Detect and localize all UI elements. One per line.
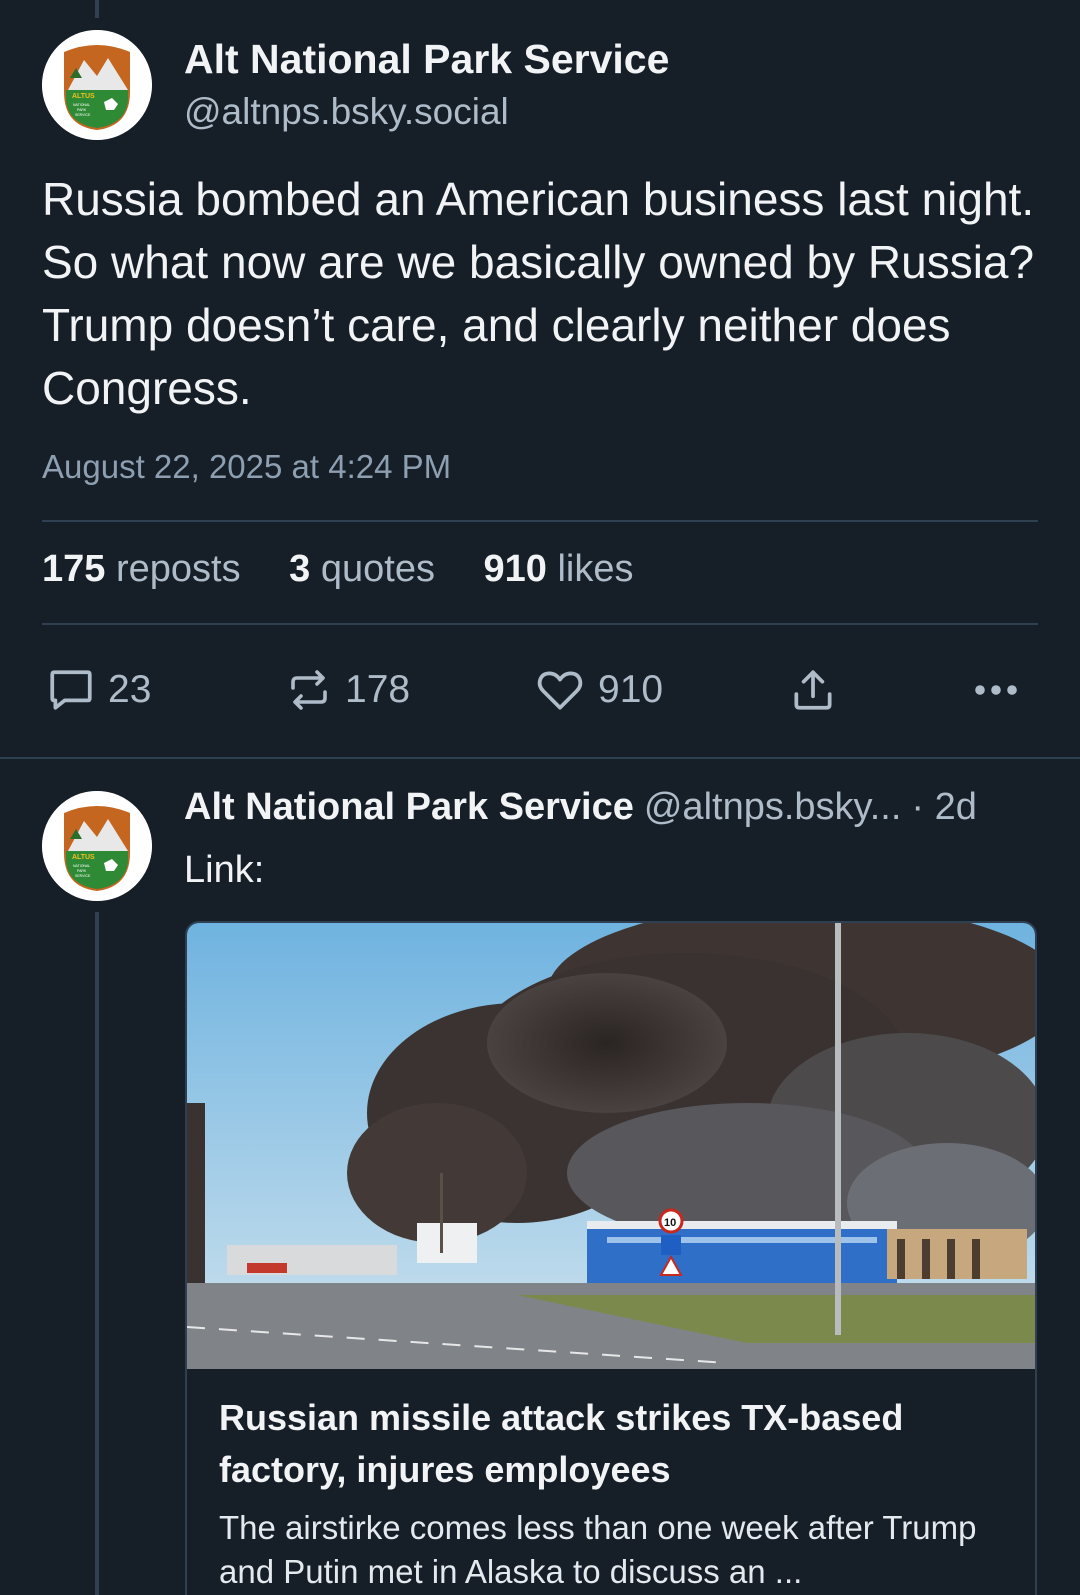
reply-text: Link: (184, 849, 265, 891)
svg-text:NATIONAL: NATIONAL (73, 103, 90, 107)
link-card[interactable]: 10 Russian missile attack strikes TX-bas… (185, 921, 1037, 1595)
reply-button[interactable]: 23 (46, 663, 151, 717)
engagement-stats: 175 reposts 3 quotes 910 likes (42, 548, 672, 591)
svg-text:US: US (85, 93, 95, 100)
altnps-logo: ALT US NATIONAL PARK SERVICE (42, 791, 152, 901)
reply-icon (50, 670, 92, 710)
thread-line-top (95, 0, 99, 18)
svg-text:SERVICE: SERVICE (75, 874, 91, 878)
like-button[interactable]: 910 (534, 663, 663, 717)
reply-author-handle[interactable]: @altnps.bsky... (644, 786, 902, 828)
svg-text:ALT: ALT (72, 93, 86, 100)
link-card-image: 10 (187, 923, 1035, 1369)
svg-text:PARK: PARK (77, 108, 87, 112)
share-icon (794, 670, 832, 710)
svg-text:SERVICE: SERVICE (75, 113, 91, 117)
svg-text:US: US (85, 854, 95, 861)
share-button[interactable] (788, 663, 838, 717)
smoke-photo: 10 (187, 923, 1035, 1369)
post-timestamp: August 22, 2025 at 4:24 PM (42, 448, 452, 485)
divider-top (42, 520, 1038, 522)
reply-time: · 2d (911, 786, 977, 828)
likes-stat[interactable]: 910 likes (484, 548, 634, 590)
author-avatar[interactable]: ALT US NATIONAL PARK SERVICE (42, 30, 152, 140)
link-card-description: The airstirke comes less than one week a… (219, 1509, 977, 1590)
svg-text:NATIONAL: NATIONAL (73, 864, 90, 868)
altnps-logo: ALT US NATIONAL PARK SERVICE (42, 30, 152, 140)
divider-bottom (42, 623, 1038, 625)
repost-icon (291, 670, 327, 710)
post-text: Russia bombed an American business last … (42, 173, 1035, 414)
svg-text:10: 10 (664, 1217, 676, 1229)
more-button[interactable] (968, 663, 1024, 717)
post-separator (0, 757, 1080, 759)
reply-count: 23 (108, 668, 152, 711)
reposts-stat[interactable]: 175 reposts (42, 548, 241, 590)
quotes-stat[interactable]: 3 quotes (289, 548, 435, 590)
link-card-title: Russian missile attack strikes TX-based … (219, 1397, 904, 1490)
reply-header: Alt National Park Service @altnps.bsky...… (184, 786, 977, 829)
svg-text:PARK: PARK (77, 869, 87, 873)
reply-author-name[interactable]: Alt National Park Service (184, 786, 634, 828)
reply-author-avatar[interactable]: ALT US NATIONAL PARK SERVICE (42, 791, 152, 901)
more-icon (975, 685, 1017, 695)
svg-text:ALT: ALT (72, 854, 86, 861)
heart-icon (537, 671, 583, 710)
repost-count: 178 (345, 668, 411, 711)
author-handle[interactable]: @altnps.bsky.social (184, 91, 509, 133)
like-count: 910 (598, 668, 664, 711)
thread-line-bottom (95, 912, 99, 1595)
repost-button[interactable]: 178 (285, 663, 410, 717)
author-name[interactable]: Alt National Park Service (184, 36, 669, 83)
